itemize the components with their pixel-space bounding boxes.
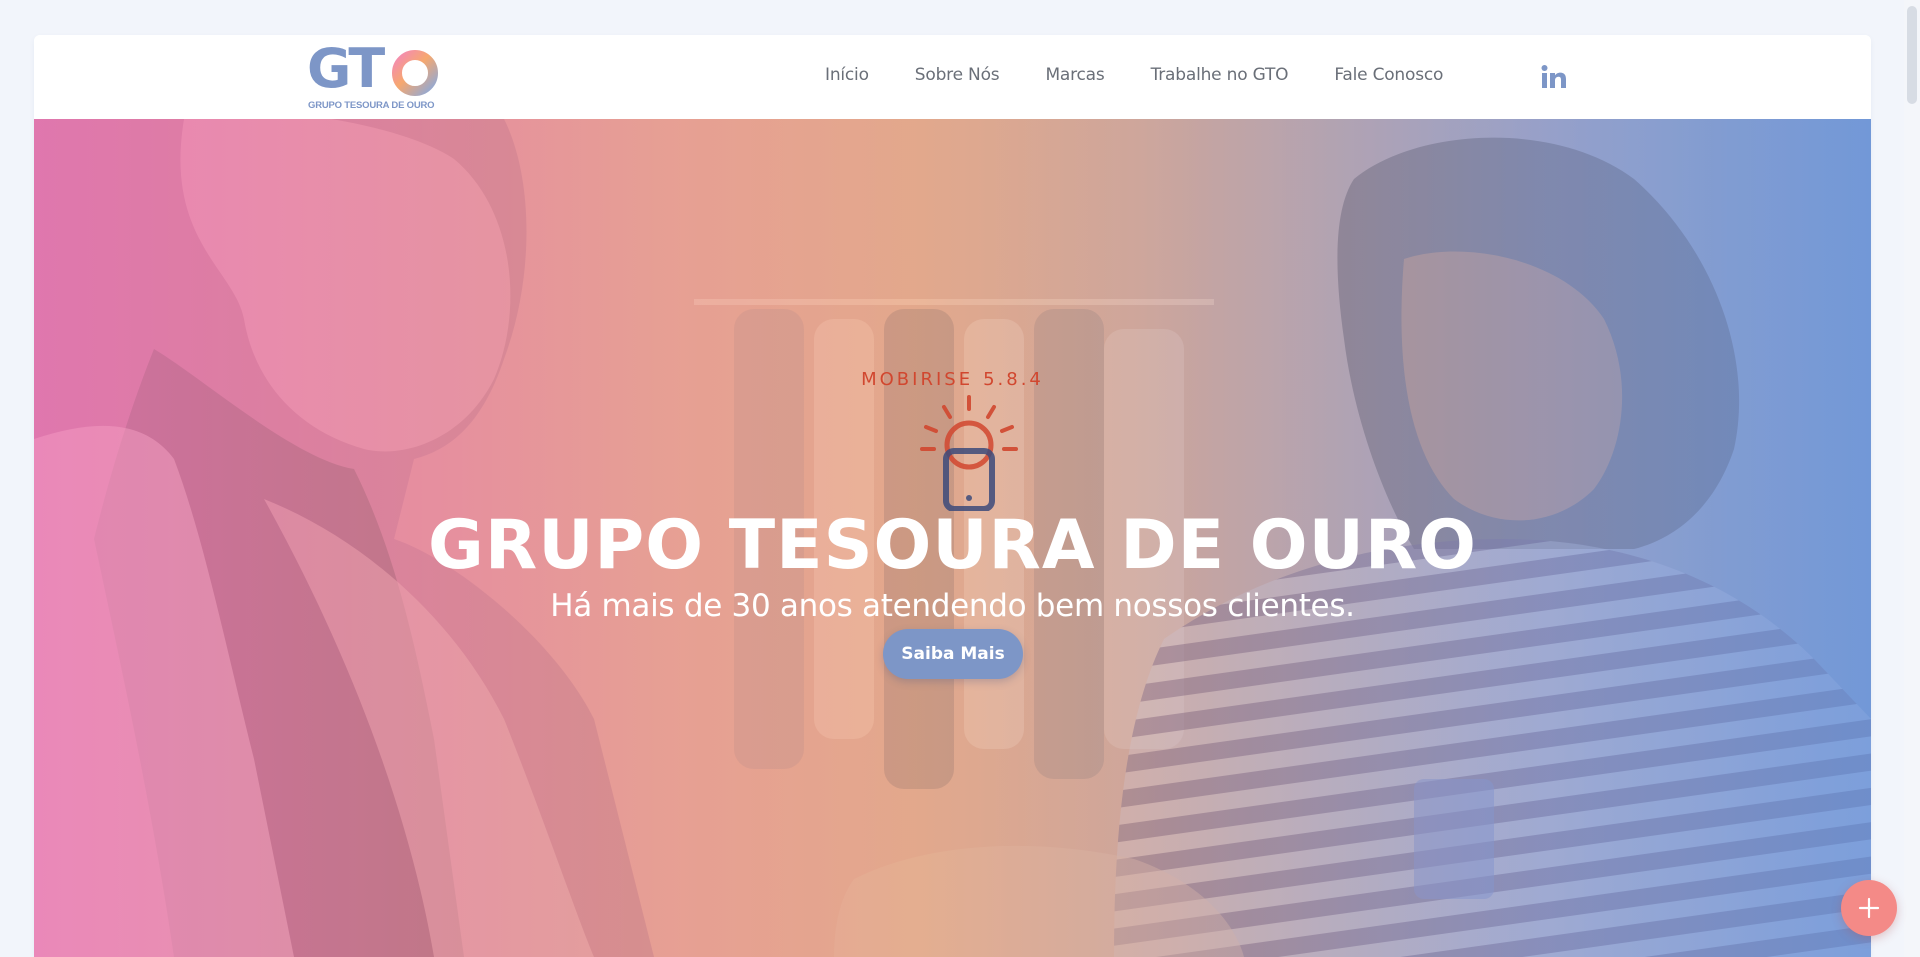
nav-item-trabalhe-no-gto[interactable]: Trabalhe no GTO xyxy=(1151,65,1289,85)
nav-item-fale-conosco[interactable]: Fale Conosco xyxy=(1334,65,1443,85)
saiba-mais-button[interactable]: Saiba Mais xyxy=(883,629,1023,679)
nav-item-inicio[interactable]: Início xyxy=(825,65,869,85)
hero-subtitle: Há mais de 30 anos atendendo bem nossos … xyxy=(550,588,1355,624)
logo-ring-icon xyxy=(392,50,438,96)
page: GT GRUPO TESOURA DE OURO Início Sobre Nó… xyxy=(0,0,1920,957)
logo-letters: GT xyxy=(307,37,385,100)
logo[interactable]: GT GRUPO TESOURA DE OURO xyxy=(307,37,447,113)
kicker-brand: MOBIRISE xyxy=(861,369,974,390)
site-frame: GT GRUPO TESOURA DE OURO Início Sobre Nó… xyxy=(34,35,1871,957)
main-nav: Início Sobre Nós Marcas Trabalhe no GTO … xyxy=(825,63,1443,87)
lightbulb-phone-icon xyxy=(920,395,1018,511)
nav-item-marcas[interactable]: Marcas xyxy=(1045,65,1104,85)
logo-subtitle: GRUPO TESOURA DE OURO xyxy=(308,100,435,111)
vertical-scrollbar[interactable] xyxy=(1904,0,1920,957)
hero-kicker: MOBIRISE 5.8.4 xyxy=(34,369,1871,390)
hero-section: MOBIRISE 5.8.4 GRUPO TESOURA DE OURO Há … xyxy=(34,119,1871,957)
scrollbar-thumb[interactable] xyxy=(1907,6,1917,104)
linkedin-icon[interactable] xyxy=(1540,63,1568,91)
nav-item-sobre-nos[interactable]: Sobre Nós xyxy=(915,65,1000,85)
navbar: GT GRUPO TESOURA DE OURO Início Sobre Nó… xyxy=(34,35,1871,119)
kicker-version: 5.8.4 xyxy=(983,369,1044,390)
floating-action-button[interactable] xyxy=(1841,880,1897,936)
hero-title: GRUPO TESOURA DE OURO xyxy=(428,505,1477,585)
plus-icon xyxy=(1858,897,1880,919)
